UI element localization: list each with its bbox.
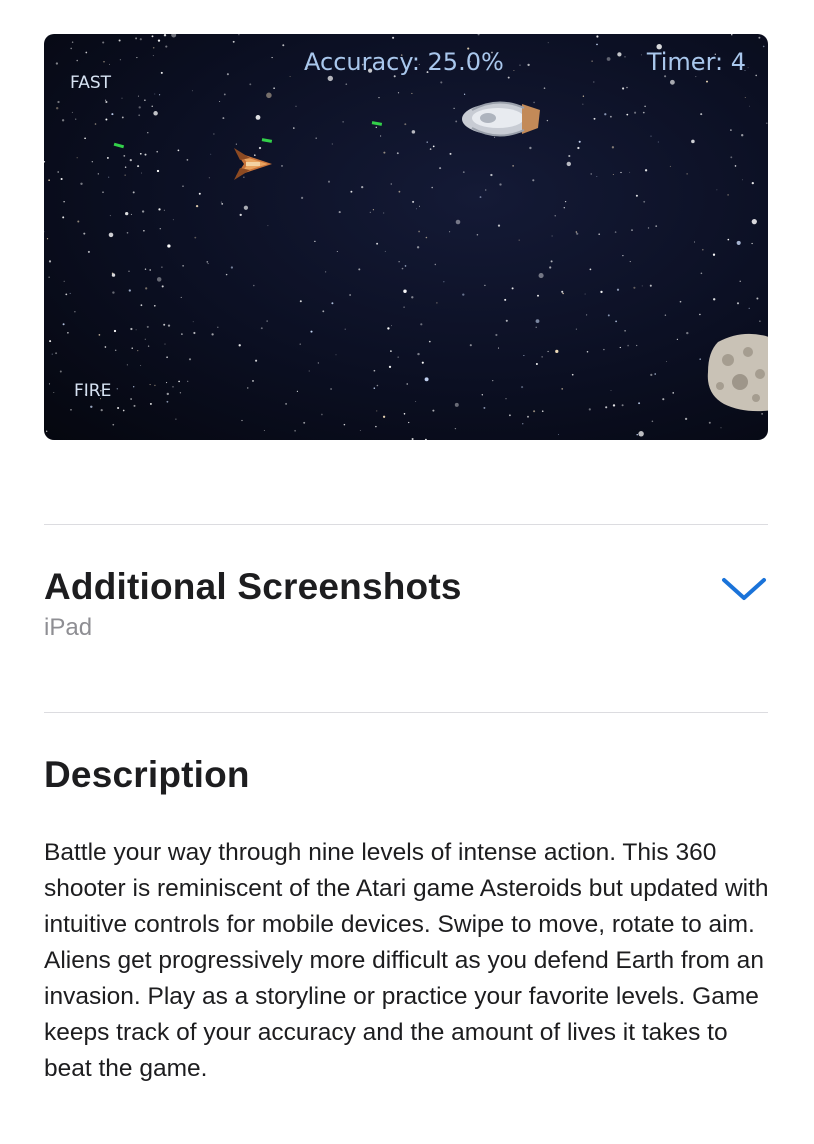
asteroid-icon	[707, 333, 768, 412]
laser-shot	[261, 138, 273, 143]
laser-shot	[113, 142, 125, 149]
laser-shots	[113, 121, 383, 149]
device-subtitle: iPad	[44, 614, 93, 641]
additional-screenshots-title: Additional Screenshots	[44, 566, 462, 607]
section-divider	[44, 524, 768, 525]
description-text: Battle your way through nine levels of i…	[44, 839, 769, 1082]
chevron-down-icon[interactable]	[720, 574, 768, 604]
game-screenshot[interactable]: Accuracy: 25.0% Timer: 4 FAST FIRE	[44, 34, 768, 440]
laser-shot	[371, 121, 383, 126]
description-title: Description	[44, 754, 250, 795]
section-divider	[44, 712, 768, 713]
alien-ship-icon	[462, 101, 540, 137]
player-ship-icon	[234, 148, 272, 180]
